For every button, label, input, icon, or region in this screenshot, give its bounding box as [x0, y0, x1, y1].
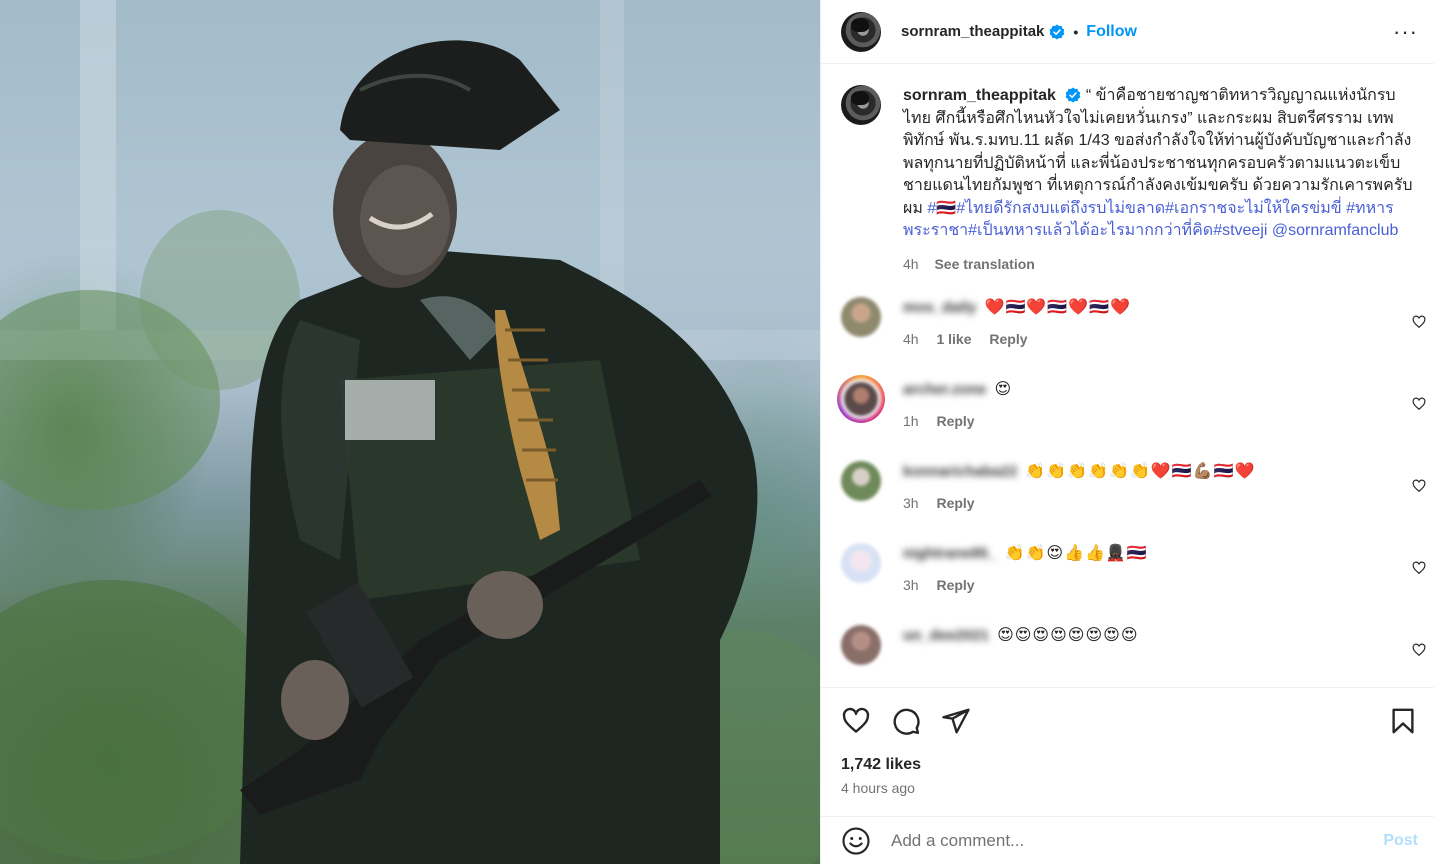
comment-list: mos_daily ❤️🇹🇭❤️🇹🇭❤️🇹🇭❤️ 4h 1 like Reply — [821, 285, 1434, 687]
commenter-username[interactable]: konnarichaba22 — [903, 462, 1017, 482]
comment-item: un_dee2021 😍😍😍😍😍😍😍😍 — [821, 613, 1434, 687]
post-header: sornram_theappitak • Follow ··· — [821, 0, 1434, 64]
add-comment-bar: Post — [821, 816, 1434, 864]
post-caption: sornram_theappitak “ ข้าคือชายชาญชาติทหา… — [821, 65, 1434, 275]
comment-reply-button[interactable]: Reply — [936, 577, 974, 593]
like-count[interactable]: 1,742 likes — [841, 756, 1418, 774]
see-translation-link[interactable]: See translation — [934, 256, 1034, 272]
commenter-avatar[interactable] — [841, 625, 881, 665]
post-photo[interactable] — [0, 0, 820, 864]
comment-time[interactable]: 3h — [903, 577, 919, 593]
commenter-avatar[interactable] — [841, 461, 881, 501]
comment-text: 👏👏👏👏👏👏❤️🇹🇭💪🏽🇹🇭❤️ — [1025, 461, 1256, 480]
post-timestamp[interactable]: 4 hours ago — [841, 780, 1418, 796]
comment-text: 👏👏😍👍👍💂🏿‍♀️🇹🇭 — [1004, 543, 1148, 562]
commenter-username[interactable]: un_dee2021 — [903, 626, 989, 646]
comment-like-count[interactable]: 1 like — [936, 331, 971, 347]
bookmark-icon[interactable] — [1388, 706, 1418, 736]
comment-time[interactable]: 4h — [903, 331, 919, 347]
action-icons-row — [841, 688, 1418, 754]
comment-reply-button[interactable]: Reply — [936, 413, 974, 429]
comment-item: konnarichaba22 👏👏👏👏👏👏❤️🇹🇭💪🏽🇹🇭❤️ 3h Reply — [821, 449, 1434, 531]
caption-time[interactable]: 4h — [903, 256, 919, 272]
more-options-icon[interactable]: ··· — [1393, 20, 1418, 43]
comment-reply-button[interactable]: Reply — [989, 331, 1027, 347]
share-paper-plane-icon[interactable] — [941, 706, 971, 736]
comment-like-heart-icon[interactable] — [1412, 397, 1426, 411]
comment-input[interactable] — [891, 830, 1384, 851]
caption-author-avatar[interactable] — [841, 85, 881, 125]
author-avatar[interactable] — [841, 11, 881, 52]
emoji-smiley-icon[interactable] — [841, 826, 871, 856]
soldier-photo-illustration — [0, 0, 820, 864]
author-username[interactable]: sornram_theappitak — [901, 23, 1044, 40]
caption-username[interactable]: sornram_theappitak — [903, 87, 1056, 104]
caption-hashtags[interactable]: #🇹🇭#ไทยดีรักสงบแต่ถึงรบไม่ขลาด#เอกราชจะไ… — [903, 200, 1398, 240]
comment-item: nightrane85_ 👏👏😍👍👍💂🏿‍♀️🇹🇭 3h Reply — [821, 531, 1434, 613]
instagram-post-modal: sornram_theappitak • Follow ··· sornram_… — [0, 0, 1434, 864]
comment-like-heart-icon[interactable] — [1412, 315, 1426, 329]
comment-text: 😍😍😍😍😍😍😍😍 — [997, 625, 1139, 644]
post-actions: 1,742 likes 4 hours ago — [821, 687, 1434, 796]
post-side-panel: sornram_theappitak • Follow ··· sornram_… — [820, 0, 1434, 864]
post-comment-button[interactable]: Post — [1383, 832, 1418, 850]
comments-scroll-area[interactable]: sornram_theappitak “ ข้าคือชายชาญชาติทหา… — [821, 65, 1434, 687]
comment-reply-button[interactable]: Reply — [936, 495, 974, 511]
caption-verified-badge-icon — [1066, 87, 1081, 103]
comment-like-heart-icon[interactable] — [1412, 643, 1426, 657]
comment-text: 😍 — [994, 379, 1013, 398]
comment-like-heart-icon[interactable] — [1412, 479, 1426, 493]
caption-text: “ ข้าคือชายชาญชาติทหารวิญญาณแห่งนักรบไทย… — [903, 87, 1413, 217]
caption-meta: 4h See translation — [903, 253, 1418, 276]
follow-button[interactable]: Follow — [1086, 23, 1137, 41]
header-separator: • — [1073, 23, 1079, 40]
verified-badge-icon — [1050, 24, 1065, 39]
like-heart-icon[interactable] — [841, 706, 871, 736]
comment-time[interactable]: 1h — [903, 413, 919, 429]
comment-time[interactable]: 3h — [903, 495, 919, 511]
comment-text: ❤️🇹🇭❤️🇹🇭❤️🇹🇭❤️ — [984, 297, 1131, 316]
comment-item: mos_daily ❤️🇹🇭❤️🇹🇭❤️🇹🇭❤️ 4h 1 like Reply — [821, 285, 1434, 367]
comment-like-heart-icon[interactable] — [1412, 561, 1426, 575]
commenter-username[interactable]: nightrane85_ — [903, 544, 996, 564]
commenter-username[interactable]: archer.zone — [903, 380, 986, 400]
comment-bubble-icon[interactable] — [891, 706, 921, 736]
commenter-avatar[interactable] — [841, 297, 881, 337]
commenter-avatar[interactable] — [841, 379, 881, 419]
commenter-username[interactable]: mos_daily — [903, 298, 976, 318]
comment-item: archer.zone 😍 1h Reply — [821, 367, 1434, 449]
commenter-avatar[interactable] — [841, 543, 881, 583]
caption-body: sornram_theappitak “ ข้าคือชายชาญชาติทหา… — [903, 85, 1418, 275]
